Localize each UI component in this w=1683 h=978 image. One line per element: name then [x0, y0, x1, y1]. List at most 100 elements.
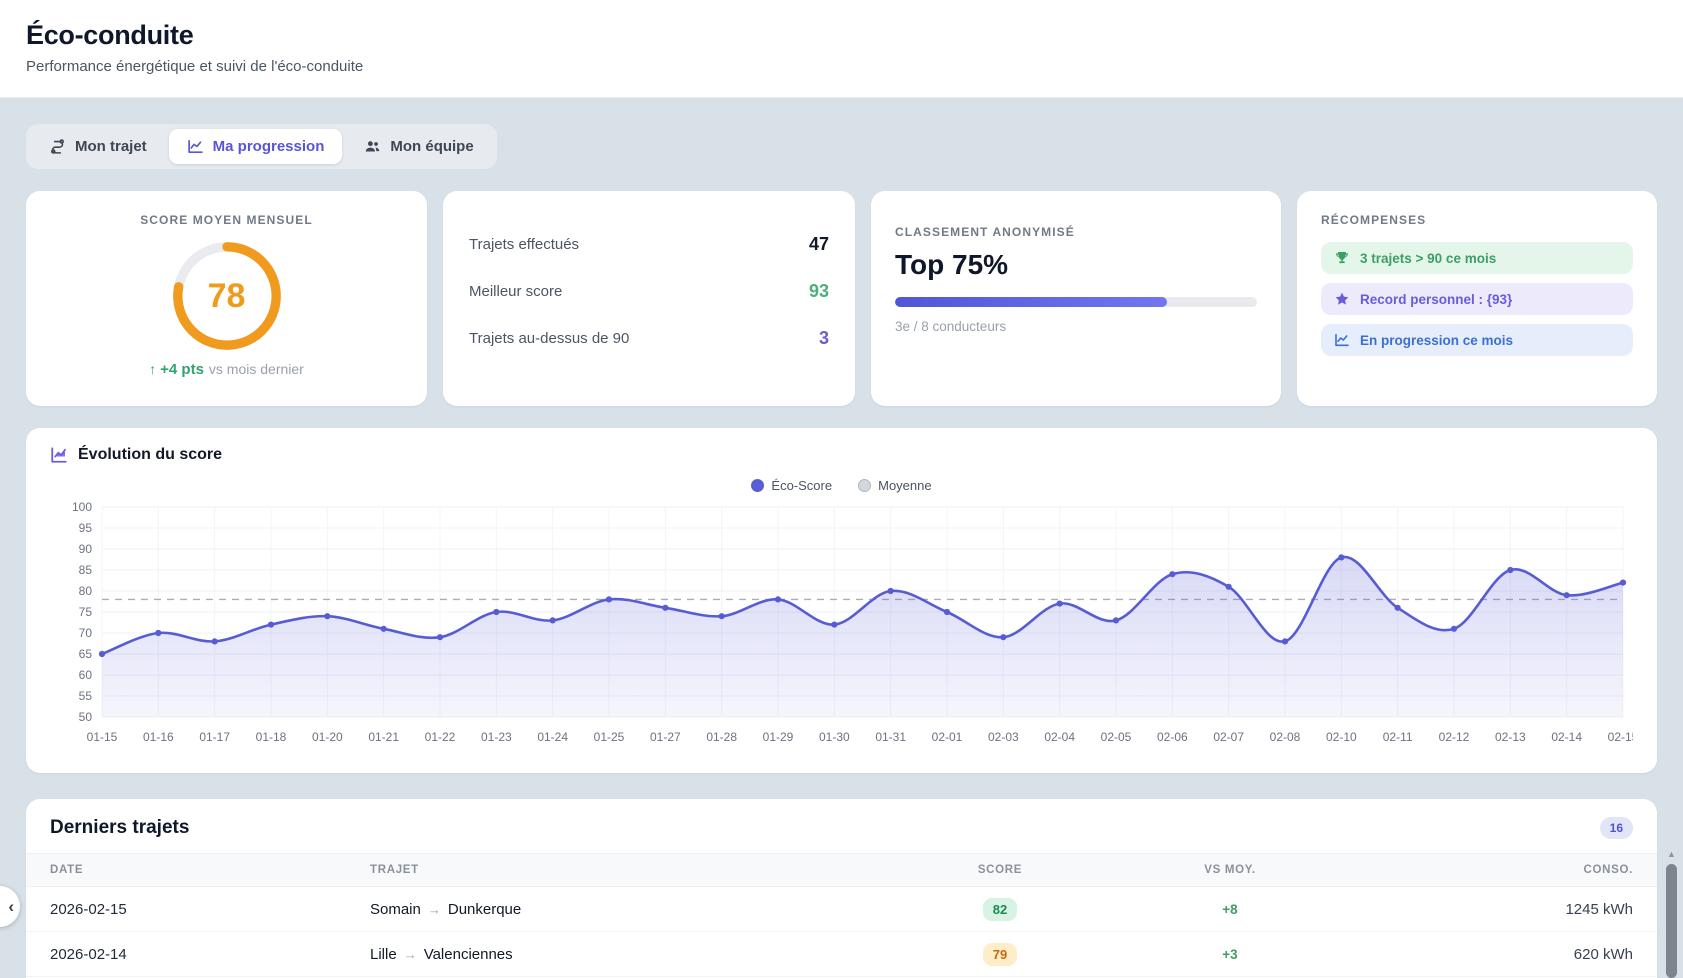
x-tick-label: 01-27 — [650, 730, 681, 744]
data-point — [99, 651, 105, 657]
tab-mon-equipe[interactable]: Mon équipe — [346, 129, 491, 164]
x-tick-label: 01-17 — [199, 730, 230, 744]
stat-row: Trajets effectués 47 — [467, 221, 831, 268]
x-tick-label: 02-15 — [1608, 730, 1633, 744]
stat-value: 93 — [809, 281, 829, 302]
scrollbar-thumb[interactable] — [1666, 864, 1677, 978]
x-tick-label: 01-30 — [819, 730, 850, 744]
page-header: Éco-conduite Performance énergétique et … — [0, 0, 1683, 98]
ranking-progress-fill — [895, 297, 1167, 307]
legend-dot-icon — [751, 479, 764, 492]
x-tick-label: 02-14 — [1551, 730, 1582, 744]
tab-label: Ma progression — [213, 138, 325, 155]
stat-row: Trajets au-dessus de 903 — [467, 315, 831, 362]
data-point — [775, 596, 781, 602]
data-point — [1113, 617, 1119, 623]
stat-label: Trajets effectués — [469, 236, 579, 253]
data-point — [493, 609, 499, 615]
legend-label: Éco-Score — [771, 478, 832, 493]
reward-chip: 3 trajets > 90 ce mois — [1321, 242, 1633, 274]
data-point — [1564, 592, 1570, 598]
y-tick-label: 50 — [79, 710, 93, 724]
trip-conso: 620 kWh — [1370, 946, 1633, 963]
y-tick-label: 90 — [79, 542, 93, 556]
legend-item: Éco-Score — [751, 478, 832, 493]
data-point — [606, 596, 612, 602]
x-tick-label: 01-15 — [87, 730, 118, 744]
y-tick-label: 80 — [79, 584, 93, 598]
column-header: SCORE — [910, 864, 1090, 876]
y-tick-label: 60 — [79, 668, 93, 682]
table-row[interactable]: 2026-02-14Lille→Valenciennes79+3620 kWh — [26, 932, 1657, 977]
ranking-card-label: CLASSEMENT ANONYMISÉ — [895, 225, 1257, 239]
reward-list: 3 trajets > 90 ce mois Record personnel :… — [1321, 242, 1633, 356]
stat-label: Meilleur score — [469, 283, 562, 300]
data-point — [381, 626, 387, 632]
ranking-card: CLASSEMENT ANONYMISÉ Top 75% 3e / 8 cond… — [871, 191, 1281, 406]
stat-value: 47 — [809, 234, 829, 255]
x-tick-label: 01-29 — [763, 730, 794, 744]
y-tick-label: 70 — [79, 626, 93, 640]
page-subtitle: Performance énergétique et suivi de l'éc… — [26, 58, 1657, 75]
x-tick-label: 01-22 — [425, 730, 456, 744]
x-tick-label: 01-25 — [594, 730, 625, 744]
legend-label: Moyenne — [878, 478, 931, 493]
trip-vs-avg: +8 — [1090, 902, 1370, 917]
data-point — [268, 622, 274, 628]
score-badge: 79 — [983, 943, 1017, 966]
trip-conso: 1245 kWh — [1370, 901, 1633, 918]
scrollbar-up-arrow-icon[interactable]: ▲ — [1667, 847, 1676, 861]
y-tick-label: 95 — [79, 521, 93, 535]
y-tick-label: 75 — [79, 605, 93, 619]
trips-table-body: 2026-02-15Somain→Dunkerque82+81245 kWh20… — [26, 887, 1657, 977]
chart-legend: Éco-Score Moyenne — [50, 478, 1633, 493]
rewards-card: RÉCOMPENSES 3 trajets > 90 ce moisRecord… — [1297, 191, 1657, 406]
page-title: Éco-conduite — [26, 20, 1657, 51]
route-icon — [49, 138, 66, 155]
trips-scrollbar[interactable]: ▲ — [1664, 847, 1679, 978]
trips-table-header: DATETRAJETSCOREVS MOY.CONSO. — [26, 853, 1657, 887]
table-row[interactable]: 2026-02-15Somain→Dunkerque82+81245 kWh — [26, 887, 1657, 932]
stat-row: Meilleur score 93 — [467, 268, 831, 315]
score-evolution-card: Évolution du score Éco-ScoreMoyenne 1009… — [26, 428, 1657, 773]
trip-vs-avg: +3 — [1090, 947, 1370, 962]
legend-item: Moyenne — [858, 478, 931, 493]
tab-mon-trajet[interactable]: Mon trajet — [31, 129, 165, 164]
column-header: CONSO. — [1370, 864, 1633, 876]
score-gauge: 78 — [168, 237, 286, 355]
tab-ma-progression[interactable]: Ma progression — [169, 129, 343, 164]
data-point — [1057, 601, 1063, 607]
trip-from: Lille — [370, 946, 397, 963]
x-tick-label: 01-16 — [143, 730, 174, 744]
trip-date: 2026-02-15 — [50, 901, 370, 918]
trip-score-cell: 79 — [910, 943, 1090, 966]
reward-chip: Record personnel : {93} — [1321, 283, 1633, 315]
chart-line-icon — [187, 138, 204, 155]
x-tick-label: 02-13 — [1495, 730, 1526, 744]
x-tick-label: 02-07 — [1213, 730, 1244, 744]
trip-stats-card: Trajets effectués 47 Meilleur score 93 Traje… — [443, 191, 855, 406]
data-point — [212, 638, 218, 644]
column-header: VS MOY. — [1090, 864, 1370, 876]
trophy-icon — [1334, 250, 1350, 266]
data-point — [324, 613, 330, 619]
trip-route: Somain→Dunkerque — [370, 901, 910, 918]
score-delta: ↑+4 ptsvs mois dernier — [50, 361, 403, 378]
stat-label: Trajets au-dessus de 90 — [469, 330, 629, 347]
y-tick-label: 100 — [72, 500, 92, 514]
chevron-left-icon: ‹ — [8, 897, 14, 916]
x-tick-label: 01-20 — [312, 730, 343, 744]
data-point — [1282, 638, 1288, 644]
reward-text: Record personnel : {93} — [1360, 292, 1512, 307]
ranking-caption: 3e / 8 conducteurs — [895, 319, 1257, 334]
y-tick-label: 65 — [79, 647, 93, 661]
x-tick-label: 02-12 — [1439, 730, 1470, 744]
reward-text: En progression ce mois — [1360, 333, 1513, 348]
data-point — [944, 609, 950, 615]
tab-label: Mon équipe — [390, 138, 473, 155]
arrow-up-icon: ↑ — [149, 361, 156, 377]
x-tick-label: 02-01 — [932, 730, 963, 744]
column-header: DATE — [50, 864, 370, 876]
x-tick-label: 01-23 — [481, 730, 512, 744]
data-point — [662, 605, 668, 611]
